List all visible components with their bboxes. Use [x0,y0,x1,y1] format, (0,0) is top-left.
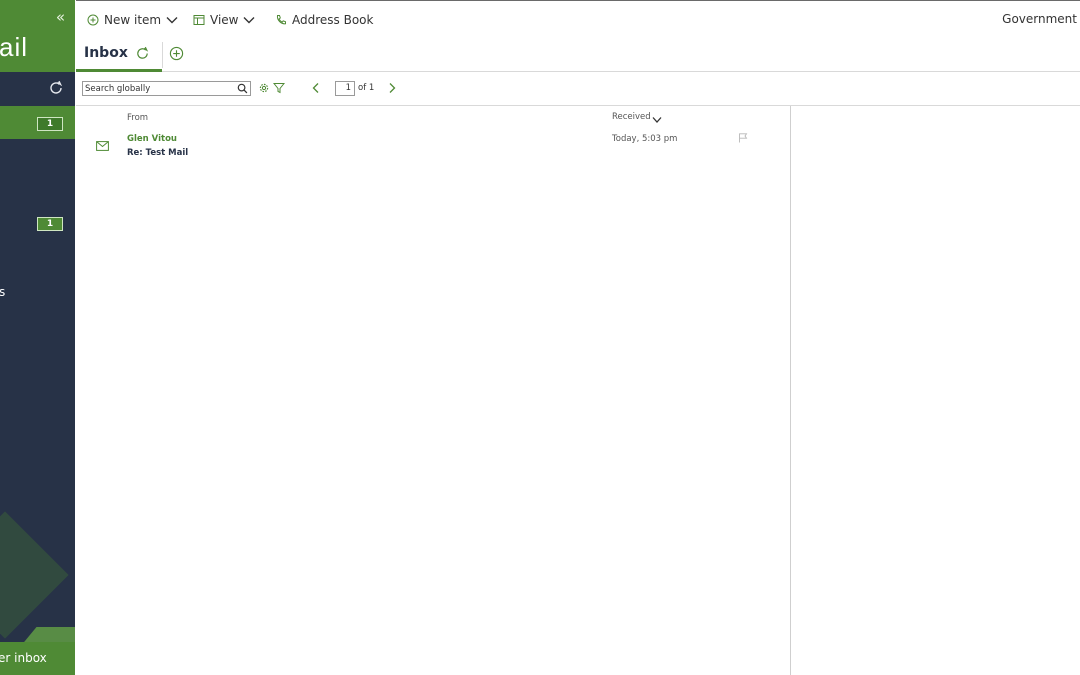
chevron-down-icon [166,17,178,24]
sidebar-header: « ail [0,0,75,72]
column-header-received[interactable]: Received [612,112,651,122]
tab-divider [162,42,163,68]
message-subject: Re: Test Mail [127,148,189,158]
search-box [82,81,251,96]
message-received-date: Today, 5:03 pm [612,134,678,144]
page-number-input[interactable]: 1 [335,81,355,96]
view-button[interactable]: View [193,12,255,28]
decorative-diamond [0,511,69,639]
sidebar-item-partial-label[interactable]: s [0,285,5,299]
refresh-icon[interactable] [135,46,150,61]
sidebar: « ail 1 1 s er inbox [0,0,75,675]
address-book-label: Address Book [292,13,374,27]
plus-circle-icon [87,14,99,26]
address-book-button[interactable]: Address Book [275,12,373,28]
layout-icon [193,15,205,25]
folder-unread-badge: 1 [37,217,63,231]
folder-tabs: Inbox [76,38,1080,72]
new-item-label: New item [104,13,162,27]
sidebar-footer-label[interactable]: er inbox [0,651,47,665]
phone-icon [276,15,286,25]
search-input[interactable] [85,82,235,95]
next-page-icon[interactable] [387,82,397,94]
sort-descending-icon[interactable] [652,116,662,124]
message-row[interactable]: Glen Vitou Re: Test Mail Today, 5:03 pm [76,130,790,162]
message-list: From Received Glen Vitou Re: Test Mail T… [76,106,790,675]
view-label: View [210,13,239,27]
gear-icon[interactable] [258,82,270,94]
organization-label[interactable]: Government [1002,12,1077,26]
flag-icon[interactable] [738,133,748,143]
filter-icon[interactable] [273,82,285,94]
add-tab-icon[interactable] [169,46,184,61]
search-bar: 1 of 1 [76,72,1080,106]
reading-pane [791,106,1080,675]
message-sender: Glen Vitou [127,134,177,144]
collapse-sidebar-icon[interactable]: « [56,9,65,25]
app-logo: ail [0,32,29,62]
refresh-icon[interactable] [48,80,64,96]
top-toolbar: New item View Address Book Government [76,0,1080,38]
page-count-label: of 1 [358,83,375,93]
column-header-from[interactable]: From [127,113,148,123]
inbox-unread-badge: 1 [37,117,63,131]
previous-page-icon[interactable] [311,82,321,94]
tab-inbox[interactable]: Inbox [76,38,162,72]
tab-inbox-label: Inbox [84,45,128,61]
chevron-down-icon [243,17,255,24]
new-item-button[interactable]: New item [87,12,178,28]
envelope-icon [96,141,109,151]
search-icon[interactable] [237,83,248,94]
